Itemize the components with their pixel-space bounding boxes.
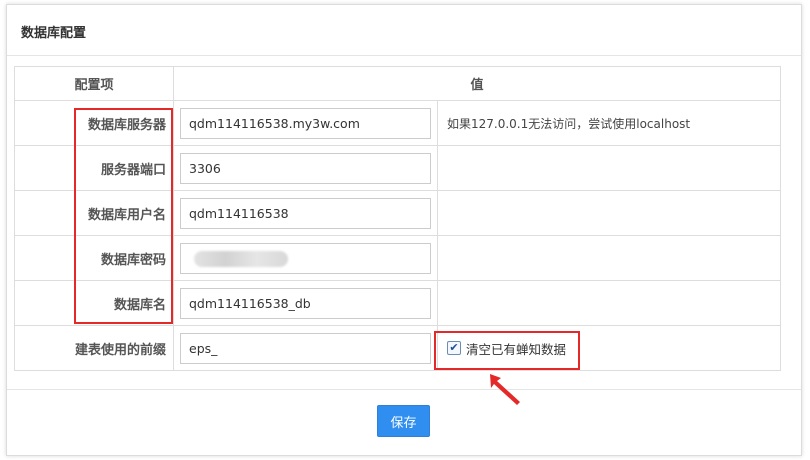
redacted-password-blur [194, 250, 288, 267]
prefix-input[interactable] [180, 332, 431, 364]
title-divider [7, 55, 801, 56]
user-input[interactable] [180, 197, 431, 229]
password-label: 数据库密码 [14, 235, 174, 281]
port-input[interactable] [180, 152, 431, 184]
table-row: 服务器端口 [14, 145, 782, 191]
clear-data-label: 清空已有蝉知数据 [466, 341, 567, 357]
header-value: 值 [172, 66, 782, 101]
save-button[interactable]: 保存 [377, 405, 430, 437]
port-label: 服务器端口 [14, 145, 174, 191]
table-header-row: 配置项 值 [14, 66, 782, 101]
prefix-label: 建表使用的前缀 [14, 325, 174, 371]
table-row: 数据库服务器 如果127.0.0.1无法访问，尝试使用localhost [14, 100, 782, 146]
table-row: 数据库名 [14, 280, 782, 326]
table-row: 数据库密码 [14, 235, 782, 281]
red-arrow-icon [490, 374, 520, 405]
dbname-label: 数据库名 [14, 280, 174, 326]
server-input[interactable] [180, 107, 431, 139]
server-label: 数据库服务器 [14, 100, 174, 146]
panel-title: 数据库配置 [21, 26, 87, 41]
clear-data-option[interactable]: ✔ 清空已有蝉知数据 [447, 339, 780, 358]
dbname-input[interactable] [180, 287, 431, 319]
table-row: 数据库用户名 [14, 190, 782, 236]
footer-divider [7, 389, 801, 390]
user-label: 数据库用户名 [14, 190, 174, 236]
header-config-item: 配置项 [14, 66, 174, 101]
config-table: 配置项 值 数据库服务器 如果127.0.0.1无法访问，尝试使用localho… [14, 66, 782, 371]
clear-data-checkbox[interactable]: ✔ [447, 341, 461, 355]
table-row: 建表使用的前缀 ✔ 清空已有蝉知数据 [14, 325, 782, 371]
server-hint: 如果127.0.0.1无法访问，尝试使用localhost [436, 100, 782, 146]
